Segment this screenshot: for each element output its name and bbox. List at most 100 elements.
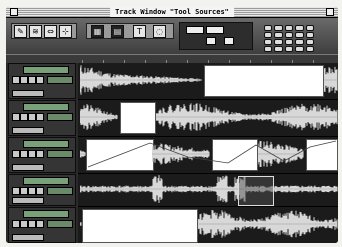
selector-cell[interactable] bbox=[264, 32, 273, 38]
audio-waveform[interactable] bbox=[156, 100, 338, 134]
playlist-field[interactable] bbox=[12, 90, 44, 97]
track-lane[interactable] bbox=[78, 137, 338, 174]
counter-field[interactable] bbox=[206, 26, 224, 34]
record-button[interactable] bbox=[12, 187, 20, 195]
track-header-panel bbox=[6, 63, 78, 243]
scrub-tool-button[interactable]: ≋ bbox=[29, 25, 42, 38]
selector-cell[interactable] bbox=[274, 39, 283, 45]
solo-button[interactable] bbox=[20, 220, 28, 228]
mute-button[interactable] bbox=[28, 76, 36, 84]
selector-cell[interactable] bbox=[264, 25, 273, 31]
voice-button[interactable] bbox=[36, 187, 44, 195]
selected-region[interactable] bbox=[238, 176, 274, 206]
mute-button[interactable] bbox=[28, 113, 36, 121]
mute-button[interactable] bbox=[28, 220, 36, 228]
track-name-field[interactable] bbox=[23, 140, 69, 148]
selector-cell[interactable] bbox=[264, 39, 273, 45]
selector-cell[interactable] bbox=[305, 25, 315, 31]
volume-automation-line[interactable] bbox=[78, 137, 338, 173]
selector-cell[interactable] bbox=[274, 46, 283, 52]
loop-icon[interactable]: ◌ bbox=[153, 25, 166, 38]
audio-waveform[interactable] bbox=[80, 100, 118, 134]
counter-field[interactable] bbox=[186, 26, 204, 34]
text-tool-icon[interactable]: T bbox=[133, 25, 146, 38]
solo-button[interactable] bbox=[20, 76, 28, 84]
track-lane[interactable] bbox=[78, 174, 338, 207]
record-button[interactable] bbox=[12, 76, 20, 84]
track-name-field[interactable] bbox=[23, 103, 69, 111]
track-lane[interactable] bbox=[78, 100, 338, 137]
track-header[interactable] bbox=[8, 63, 76, 99]
volume-fader[interactable] bbox=[47, 220, 73, 228]
counter-field[interactable] bbox=[206, 37, 216, 45]
voice-button[interactable] bbox=[36, 113, 44, 121]
volume-fader[interactable] bbox=[47, 76, 73, 84]
audio-waveform[interactable] bbox=[80, 174, 338, 204]
volume-fader[interactable] bbox=[47, 187, 73, 195]
voice-button[interactable] bbox=[36, 150, 44, 158]
floppy-icon[interactable]: ▦ bbox=[91, 25, 104, 38]
selector-cell[interactable] bbox=[295, 25, 304, 31]
volume-fader[interactable] bbox=[47, 150, 73, 158]
playlist-field[interactable] bbox=[12, 164, 44, 171]
empty-region[interactable] bbox=[120, 102, 156, 134]
audio-waveform[interactable] bbox=[324, 63, 338, 97]
volume-fader[interactable] bbox=[47, 113, 73, 121]
file-tools-group: ▦ ▤ T ◌ bbox=[86, 23, 174, 39]
track-header[interactable] bbox=[8, 207, 76, 243]
track-name-field[interactable] bbox=[23, 210, 69, 218]
solo-button[interactable] bbox=[20, 187, 28, 195]
trash-icon[interactable]: ▤ bbox=[111, 25, 124, 38]
counter-field[interactable] bbox=[224, 37, 234, 45]
zoom-box[interactable] bbox=[326, 8, 334, 16]
selector-cell[interactable] bbox=[284, 46, 294, 52]
trim-tool-button[interactable]: ⇔ bbox=[44, 25, 57, 38]
solo-button[interactable] bbox=[20, 150, 28, 158]
toolbar: ✎ ≋ ⇔ ⊹ ▦ ▤ T ◌ bbox=[6, 18, 338, 54]
mute-button[interactable] bbox=[28, 150, 36, 158]
track-lane[interactable] bbox=[78, 63, 338, 100]
window-title: Track Window "Tool Sources" bbox=[110, 7, 234, 17]
selector-cell[interactable] bbox=[284, 39, 294, 45]
close-box[interactable] bbox=[10, 8, 18, 16]
track-lane[interactable] bbox=[78, 207, 338, 243]
track-header[interactable] bbox=[8, 137, 76, 173]
selector-cell[interactable] bbox=[295, 46, 304, 52]
waveform-area[interactable] bbox=[78, 63, 338, 243]
selector-cell[interactable] bbox=[284, 32, 294, 38]
selector-cell[interactable] bbox=[305, 39, 315, 45]
title-bar[interactable]: Track Window "Tool Sources" bbox=[6, 7, 338, 18]
selector-cell[interactable] bbox=[305, 32, 315, 38]
selector-row bbox=[264, 25, 315, 31]
voice-button[interactable] bbox=[36, 76, 44, 84]
record-button[interactable] bbox=[12, 150, 20, 158]
mute-button[interactable] bbox=[28, 187, 36, 195]
solo-button[interactable] bbox=[20, 113, 28, 121]
audio-waveform[interactable] bbox=[198, 207, 338, 241]
selector-cell[interactable] bbox=[264, 46, 273, 52]
selector-cell[interactable] bbox=[274, 32, 283, 38]
select-tool-button[interactable]: ⊹ bbox=[59, 25, 72, 38]
track-header[interactable] bbox=[8, 100, 76, 136]
selector-cell[interactable] bbox=[274, 25, 283, 31]
audio-waveform[interactable] bbox=[80, 63, 202, 97]
selector-row bbox=[264, 46, 315, 52]
selector-cell[interactable] bbox=[284, 25, 294, 31]
track-name-field[interactable] bbox=[23, 66, 69, 74]
empty-region[interactable] bbox=[204, 65, 324, 97]
selector-cell[interactable] bbox=[305, 46, 315, 52]
timeline-ruler[interactable] bbox=[6, 54, 338, 63]
selector-cell[interactable] bbox=[295, 32, 304, 38]
empty-region[interactable] bbox=[82, 209, 198, 243]
selector-cell[interactable] bbox=[295, 39, 304, 45]
monitor-screen: Track Window "Tool Sources" ✎ ≋ ⇔ ⊹ ▦ ▤ … bbox=[6, 7, 338, 243]
track-name-field[interactable] bbox=[23, 177, 69, 185]
pencil-tool-button[interactable]: ✎ bbox=[14, 25, 27, 38]
track-header[interactable] bbox=[8, 174, 76, 206]
record-button[interactable] bbox=[12, 220, 20, 228]
record-button[interactable] bbox=[12, 113, 20, 121]
voice-button[interactable] bbox=[36, 220, 44, 228]
playlist-field[interactable] bbox=[12, 234, 44, 241]
playlist-field[interactable] bbox=[12, 197, 44, 204]
playlist-field[interactable] bbox=[12, 127, 44, 134]
